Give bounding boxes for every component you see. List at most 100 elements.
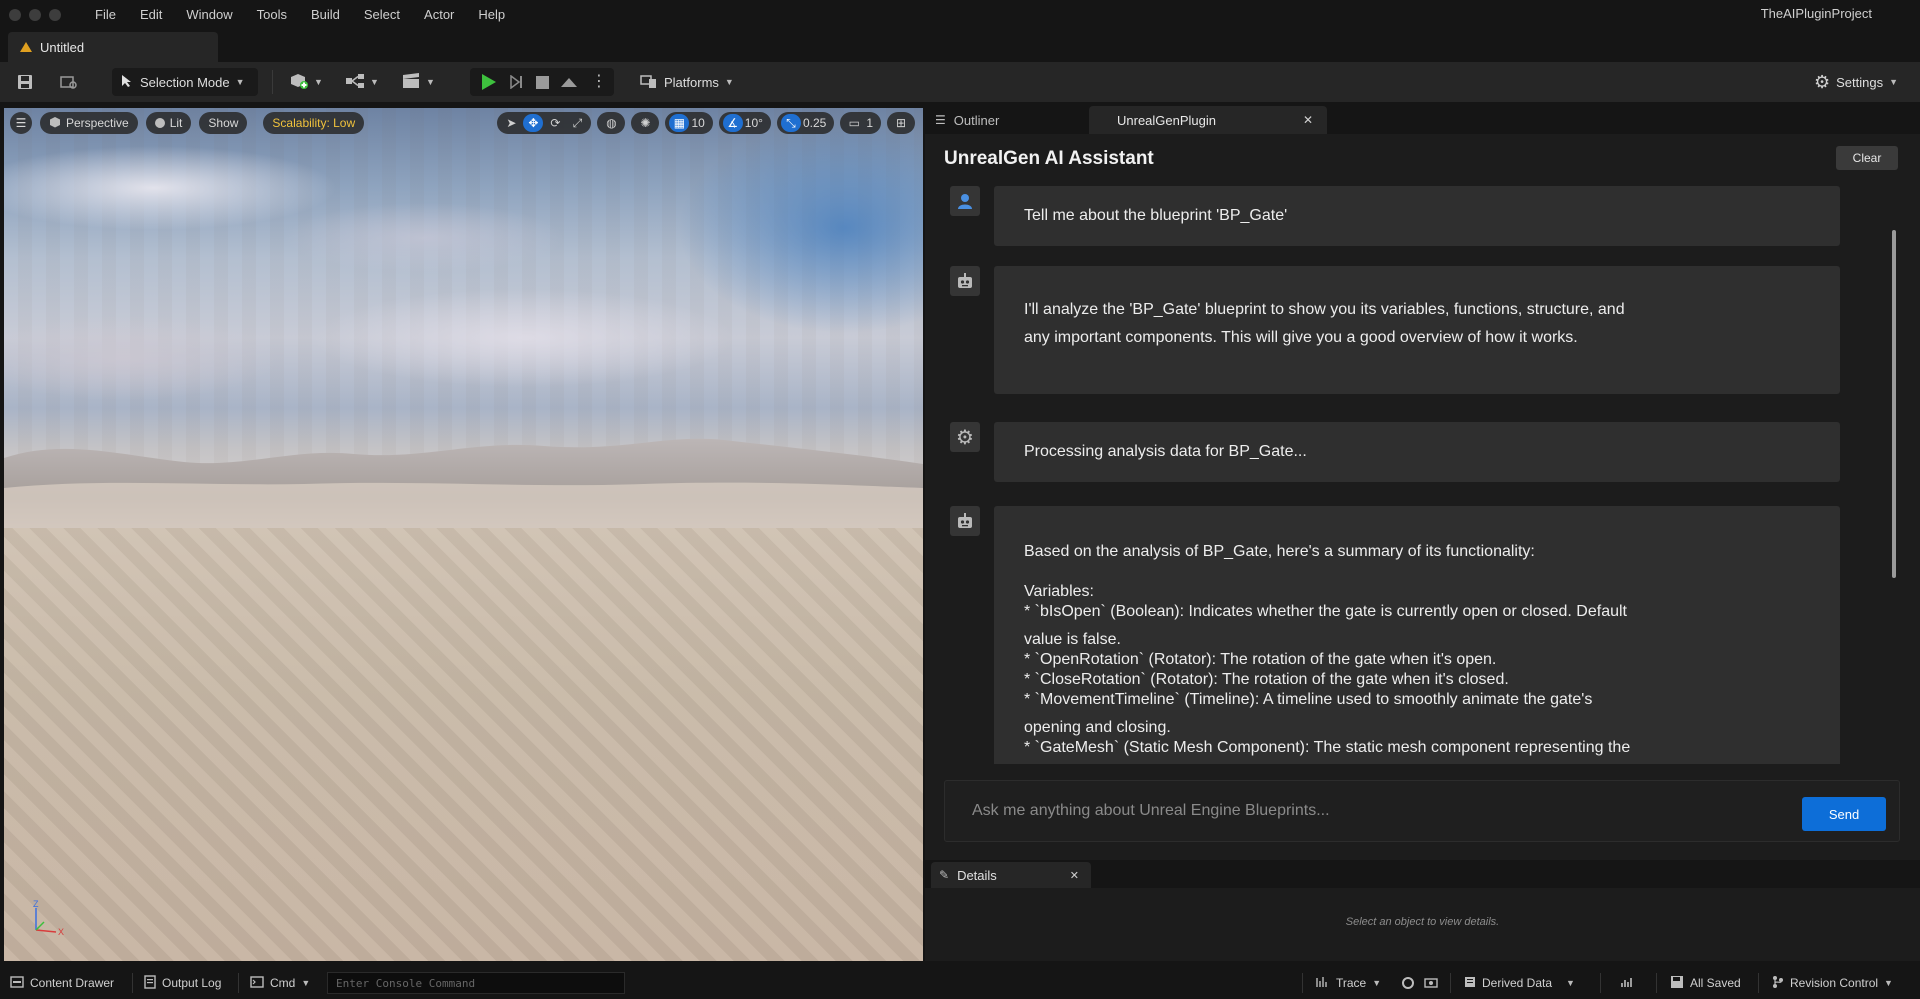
tab-details[interactable]: ✎ Details ✕: [931, 862, 1091, 888]
rotation-snap-control[interactable]: ∡ 10°: [718, 112, 771, 134]
tab-outliner[interactable]: ☰ Outliner: [935, 106, 999, 134]
clapperboard-icon: [400, 72, 422, 93]
show-button[interactable]: Show: [199, 112, 248, 134]
grid-icon: ▦: [669, 114, 690, 132]
console-command-input[interactable]: [327, 972, 625, 994]
menu-edit[interactable]: Edit: [128, 0, 174, 30]
cmd-dropdown[interactable]: Cmd ▼: [250, 967, 310, 999]
menu-window[interactable]: Window: [174, 0, 244, 30]
send-button[interactable]: Send: [1802, 797, 1886, 831]
trace-dropdown[interactable]: Trace ▼: [1316, 967, 1381, 999]
chat-message-system: ⚙ Processing analysis data for BP_Gate..…: [950, 422, 1860, 482]
grid-snap-value: 10: [691, 116, 705, 130]
eject-button[interactable]: [561, 77, 577, 87]
chat-input-container: Send: [944, 780, 1900, 842]
gear-icon: ⚙: [1813, 71, 1831, 92]
menu-help[interactable]: Help: [466, 0, 517, 30]
chat-messages[interactable]: Tell me about the blueprint 'BP_Gate' I'…: [950, 182, 1890, 764]
all-saved-label: All Saved: [1690, 976, 1741, 990]
clear-button[interactable]: Clear: [1836, 146, 1898, 170]
minimize-window-button[interactable]: [29, 9, 41, 21]
select-cursor-icon[interactable]: ➤: [501, 114, 521, 132]
scale-snap-icon: ⤡: [780, 114, 801, 132]
rotate-icon[interactable]: ⟳: [545, 114, 565, 132]
settings-label: Settings: [1836, 74, 1884, 90]
world-local-toggle[interactable]: ◍: [597, 112, 626, 134]
chat-message-assistant: Based on the analysis of BP_Gate, here's…: [950, 506, 1860, 764]
tab-unrealgenplugin[interactable]: UnrealGenPlugin ✕: [1089, 106, 1327, 134]
content-drawer-button[interactable]: Content Drawer: [10, 967, 114, 999]
more-options-icon[interactable]: ⋮: [591, 74, 607, 90]
menu-bar: File Edit Window Tools Build Select Acto…: [0, 0, 1920, 30]
play-button[interactable]: [482, 74, 496, 90]
blueprints-dropdown[interactable]: ▼: [344, 68, 379, 96]
derived-data-label: Derived Data: [1482, 976, 1553, 990]
level-viewport[interactable]: ☰ Perspective Lit Show Scalability: Low …: [4, 108, 923, 961]
derived-data-dropdown[interactable]: Derived Data ▼: [1464, 967, 1575, 999]
content-drawer-label: Content Drawer: [30, 976, 115, 990]
project-name: TheAIPluginProject: [1760, 6, 1872, 21]
platforms-dropdown[interactable]: Platforms ▼: [640, 68, 734, 96]
mountain-range: [4, 438, 923, 538]
revision-control-dropdown[interactable]: Revision Control ▼: [1772, 967, 1893, 999]
selection-mode-label: Selection Mode: [140, 74, 230, 90]
viewport-layout-button[interactable]: ⊞: [887, 112, 915, 134]
scale-snap-value: 0.25: [802, 116, 827, 130]
message-text: * `bIsOpen` (Boolean): Indicates whether…: [1024, 603, 1627, 620]
scale-snap-control[interactable]: ⤡ 0.25: [776, 112, 835, 134]
right-panel: ☰ Outliner UnrealGenPlugin ✕ UnrealGen A…: [925, 102, 1920, 961]
menu-actor[interactable]: Actor: [412, 0, 466, 30]
status-divider: [1758, 973, 1759, 993]
advance-frame-button[interactable]: [508, 74, 524, 90]
close-tab-icon[interactable]: ✕: [1070, 869, 1079, 882]
browse-content-icon[interactable]: [58, 71, 80, 93]
settings-dropdown[interactable]: ⚙ Settings ▼: [1814, 68, 1898, 96]
status-divider: [1302, 973, 1303, 993]
camera-icon: ▭: [848, 116, 860, 130]
camera-speed-control[interactable]: ▭ 1: [840, 112, 881, 134]
chat-header: UnrealGen AI Assistant Clear: [925, 134, 1920, 182]
menu-build[interactable]: Build: [299, 0, 352, 30]
scalability-button[interactable]: Scalability: Low: [263, 112, 365, 134]
surface-snapping-toggle[interactable]: ✺: [631, 112, 660, 134]
lit-button[interactable]: Lit: [145, 112, 192, 134]
viewport-menu-button[interactable]: ☰: [10, 112, 32, 134]
gear-icon: ⚙: [950, 422, 980, 452]
menu-file[interactable]: File: [83, 0, 128, 30]
menu-select[interactable]: Select: [352, 0, 412, 30]
scale-icon[interactable]: ⤢: [567, 114, 587, 132]
chat-scrollbar[interactable]: [1892, 230, 1896, 578]
chevron-down-icon: ▼: [370, 77, 379, 87]
close-tab-icon[interactable]: ✕: [1303, 113, 1313, 127]
chevron-down-icon: ▼: [314, 77, 323, 87]
status-divider: [238, 973, 239, 993]
axis-x-label: X: [58, 927, 64, 937]
cube-icon: [49, 116, 61, 131]
chevron-down-icon: ▼: [235, 77, 245, 87]
all-saved-button[interactable]: All Saved: [1670, 967, 1741, 999]
close-window-button[interactable]: [9, 9, 21, 21]
database-icon: [1464, 976, 1476, 991]
output-log-button[interactable]: Output Log: [144, 967, 221, 999]
level-tab[interactable]: Untitled: [8, 32, 218, 62]
grid-snap-control[interactable]: ▦ 10: [665, 112, 713, 134]
message-text: Variables:: [1024, 583, 1094, 600]
add-actor-dropdown[interactable]: ▼: [288, 68, 323, 96]
angle-icon: ∡: [722, 114, 743, 132]
screenshot-button[interactable]: [1424, 967, 1438, 999]
robot-icon: [950, 266, 980, 296]
message-text: * `CloseRotation` (Rotator): The rotatio…: [1024, 671, 1509, 688]
menu-tools[interactable]: Tools: [245, 0, 299, 30]
globe-icon: ◍: [606, 116, 617, 130]
perspective-button[interactable]: Perspective: [40, 112, 138, 134]
cinematics-dropdown[interactable]: ▼: [400, 68, 435, 96]
pencil-icon: ✎: [939, 868, 950, 882]
chat-input[interactable]: [946, 782, 1766, 840]
stop-button[interactable]: [536, 75, 549, 89]
save-icon[interactable]: [14, 71, 36, 93]
recording-status-button[interactable]: [1402, 967, 1414, 999]
translate-icon[interactable]: ✥: [523, 114, 544, 132]
selection-mode-dropdown[interactable]: Selection Mode ▼: [112, 68, 258, 96]
zoom-window-button[interactable]: [49, 9, 61, 21]
source-control-status[interactable]: [1620, 967, 1634, 999]
